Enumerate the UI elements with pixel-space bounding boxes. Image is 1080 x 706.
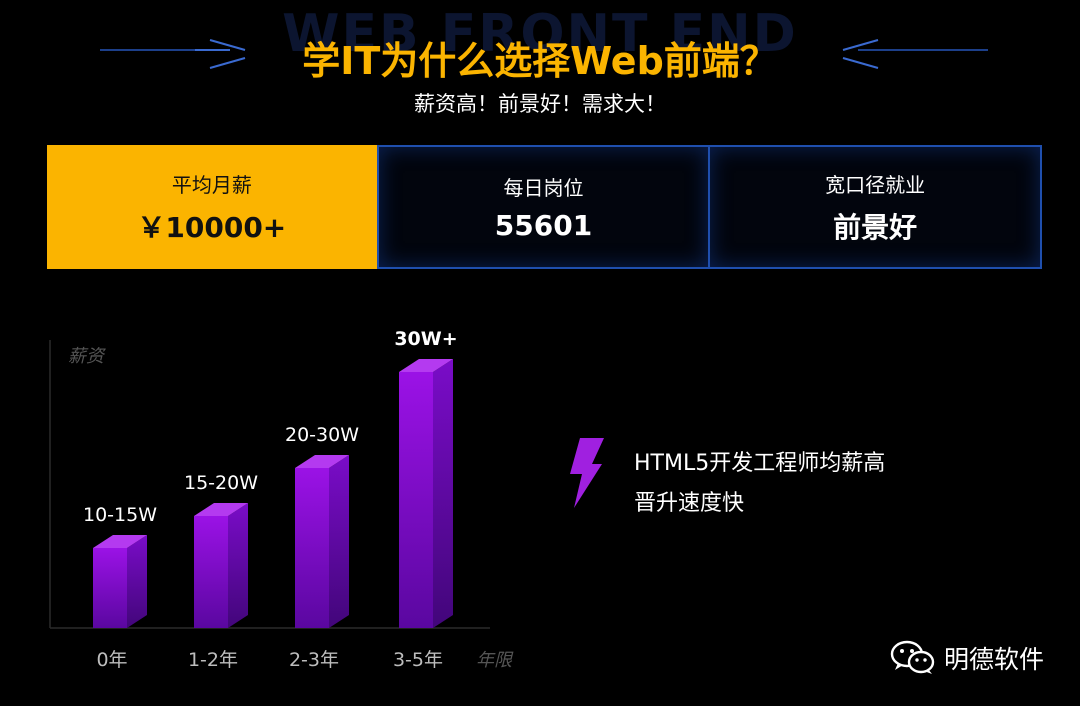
brand: 明德软件 (890, 640, 1044, 676)
feature-text: HTML5开发工程师均薪高 晋升速度快 (634, 444, 885, 524)
bar-side-face (433, 359, 453, 628)
x-tick-label: 3-5年 (393, 649, 443, 671)
bar-front-face (93, 548, 127, 628)
bar-data-label: 30W+ (394, 328, 457, 350)
bar (399, 359, 453, 628)
bar-side-face (228, 503, 248, 628)
bar (194, 503, 248, 628)
bar-front-face (295, 468, 329, 628)
wechat-icon (890, 640, 935, 674)
bar-side-face (329, 455, 349, 628)
x-tick-label: 2-3年 (289, 649, 339, 671)
feature-line-2: 晋升速度快 (634, 491, 745, 516)
bar (93, 535, 147, 628)
bar-front-face (399, 372, 433, 628)
feature-line-1: HTML5开发工程师均薪高 (634, 451, 886, 476)
salary-bar-chart: 薪资年限 10-15W 0年 15-20W 1-2年 20-30W 2-3年 30W+ 3-5年 (49, 328, 514, 671)
bar-front-face (194, 516, 228, 628)
bar-data-label: 10-15W (83, 504, 157, 526)
bar-data-label: 15-20W (184, 472, 258, 494)
x-tick-label: 0年 (96, 649, 127, 671)
y-axis-label: 薪资 (68, 346, 106, 367)
x-axis-label: 年限 (476, 650, 514, 671)
lightning-bolt-icon (570, 438, 604, 508)
bar-side-face (127, 535, 147, 628)
brand-name: 明德软件 (944, 645, 1045, 674)
x-tick-label: 1-2年 (188, 649, 238, 671)
bar-data-label: 20-30W (285, 424, 359, 446)
bar (295, 455, 349, 628)
